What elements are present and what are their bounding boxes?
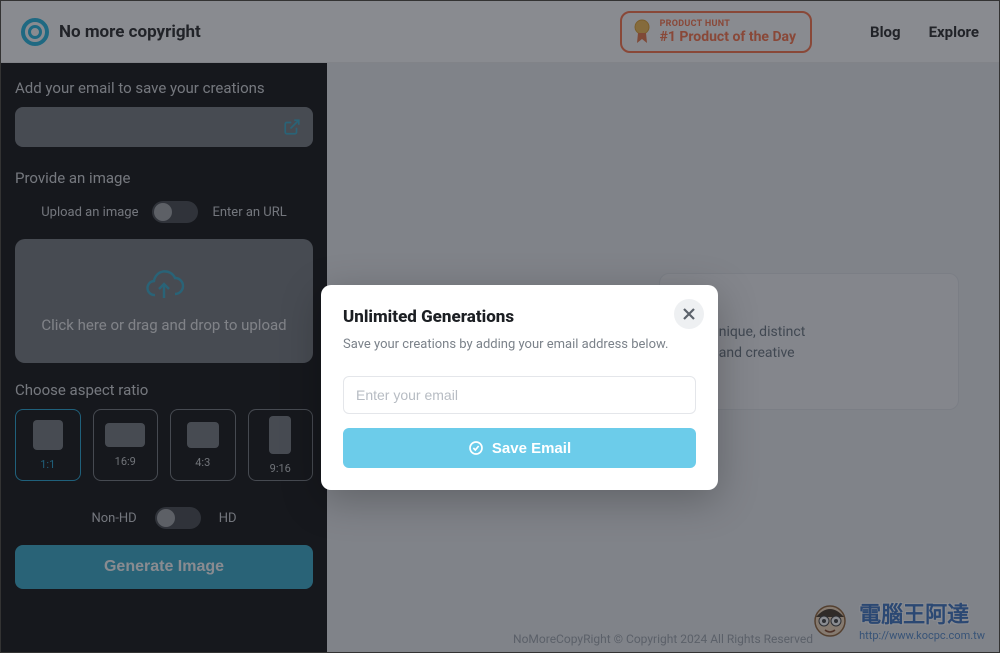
close-button[interactable]	[674, 299, 704, 329]
modal-title: Unlimited Generations	[343, 307, 696, 327]
email-input[interactable]	[343, 376, 696, 414]
save-email-label: Save Email	[492, 440, 571, 457]
close-icon	[682, 307, 696, 321]
modal-subtitle: Save your creations by adding your email…	[343, 337, 696, 352]
save-email-button[interactable]: Save Email	[343, 428, 696, 468]
email-modal: Unlimited Generations Save your creation…	[321, 285, 718, 490]
check-circle-icon	[468, 440, 484, 456]
